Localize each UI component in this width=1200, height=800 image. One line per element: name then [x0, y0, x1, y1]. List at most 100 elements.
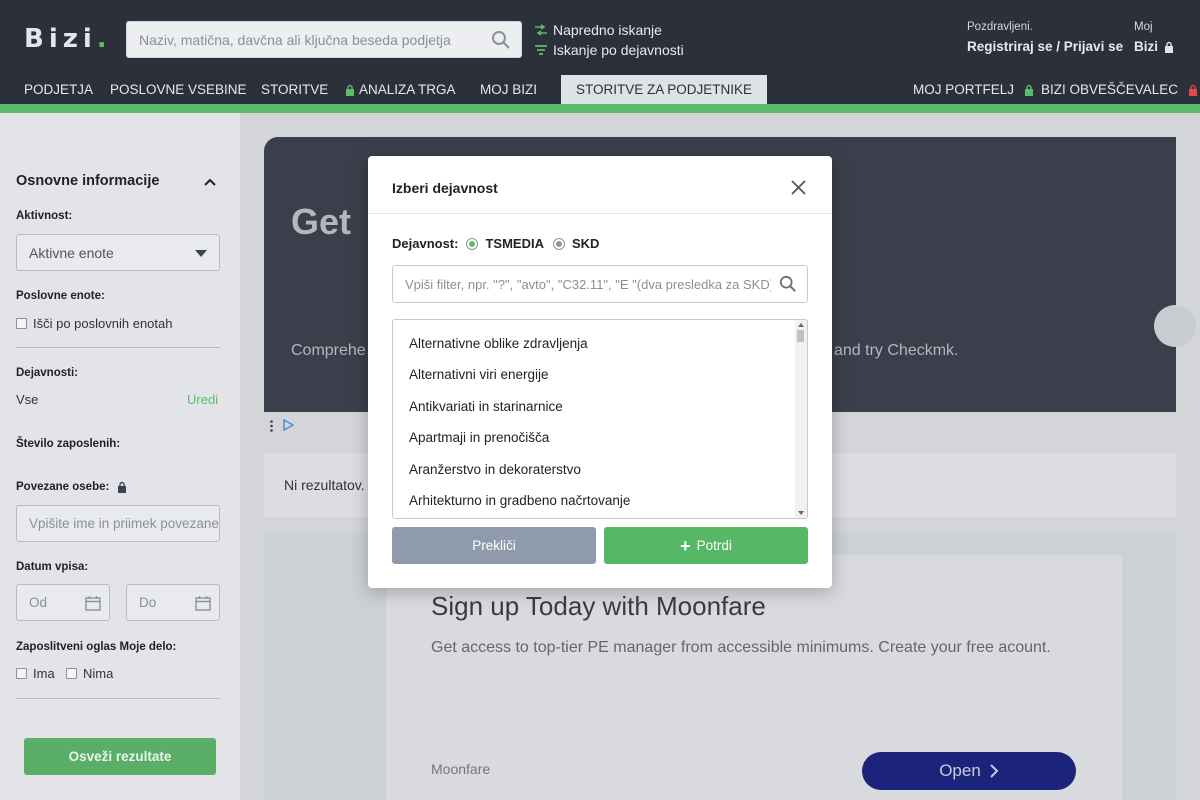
- moj-bizi-block[interactable]: Moj Bizi: [1134, 21, 1174, 54]
- nav-label: Moj Bizi: [480, 82, 537, 97]
- nav-bizi-obvescevalec[interactable]: Bizi obveščevalec: [1041, 75, 1198, 104]
- main-nav: Podjetja Poslovne vsebine Storitve Anali…: [0, 75, 1200, 104]
- nav-storitve[interactable]: Storitve: [261, 75, 328, 104]
- nav-underline: [0, 104, 1200, 113]
- search-icon[interactable]: [491, 30, 511, 50]
- ad-heading: Sign up Today with Moonfare: [431, 591, 766, 621]
- dejavnost-label: Dejavnost:: [392, 236, 459, 251]
- dejavnosti-label: Dejavnosti:: [16, 367, 78, 379]
- banner-next-button[interactable]: [1154, 305, 1196, 347]
- povezane-placeholder: Vpišite ime in priimek povezane osebe: [29, 516, 219, 531]
- list-item[interactable]: Alternativne oblike zdravljenja: [409, 336, 588, 351]
- nima-label: Nima: [83, 666, 114, 681]
- date-from-placeholder: Od: [29, 595, 48, 610]
- nima-checkbox[interactable]: Nima: [66, 666, 113, 681]
- aktivnost-select[interactable]: Aktivne enote: [16, 234, 220, 271]
- nav-poslovne-vsebine[interactable]: Poslovne vsebine: [110, 75, 247, 104]
- logo-dot: .: [96, 24, 107, 54]
- chevron-up-icon[interactable]: [204, 177, 216, 187]
- radio-button[interactable]: [466, 237, 479, 250]
- adchoices-icon[interactable]: [282, 419, 294, 431]
- povezane-osebe-input[interactable]: Vpišite ime in priimek povezane osebe: [16, 505, 220, 542]
- sidebar-title: Osnovne informacije: [16, 173, 160, 189]
- logo-text: Bizi: [24, 24, 97, 54]
- scroll-up-icon[interactable]: [798, 323, 804, 327]
- bizi-label: Bizi: [1134, 39, 1159, 54]
- ad-text: Get access to top-tier PE manager from a…: [431, 639, 1051, 656]
- list-item[interactable]: Alternativni viri energije: [409, 367, 549, 382]
- list-item[interactable]: Apartmaji in prenočišča: [409, 430, 549, 445]
- ima-label: Ima: [33, 666, 55, 681]
- close-icon[interactable]: [790, 179, 807, 196]
- nav-storitve-za-podjetnike[interactable]: Storitve za podjetnike: [561, 75, 768, 104]
- checkbox[interactable]: [66, 668, 77, 679]
- activity-filter-input[interactable]: Vpiši filter, npr. "?", "avto", "C32.11"…: [392, 265, 808, 303]
- calendar-icon[interactable]: [85, 595, 101, 611]
- lock-icon: [1165, 41, 1174, 53]
- activity-list[interactable]: Alternativne oblike zdravljenja Alternat…: [392, 319, 808, 519]
- bizi-logo[interactable]: Bizi.: [24, 24, 107, 58]
- chevron-right-icon: [990, 764, 999, 778]
- divider: [16, 698, 220, 699]
- poslovne-enote-label: Poslovne enote:: [16, 290, 105, 302]
- nav-label: Analiza trga: [359, 82, 456, 97]
- scrollbar-thumb[interactable]: [797, 330, 804, 342]
- filter-icon: [535, 45, 547, 55]
- scroll-down-icon[interactable]: [798, 511, 804, 515]
- nav-label: Storitve za podjetnike: [576, 82, 753, 97]
- date-from-input[interactable]: Od: [16, 584, 110, 621]
- nav-label: Moj portfelj: [913, 82, 1015, 97]
- search-links: Napredno iskanje Iskanje po dejavnosti: [534, 20, 684, 60]
- ima-checkbox[interactable]: Ima: [16, 666, 55, 681]
- checkbox-label: Išči po poslovnih enotah: [33, 316, 173, 331]
- date-to-placeholder: Do: [139, 595, 157, 610]
- nav-podjetja[interactable]: Podjetja: [24, 75, 93, 104]
- dejavnosti-value-text: Vse: [16, 392, 39, 407]
- greeting-text: Pozdravljeni.: [967, 21, 1033, 33]
- confirm-button[interactable]: + Potrdi: [604, 527, 808, 564]
- radio-button[interactable]: [552, 237, 565, 250]
- nav-moj-bizi[interactable]: Moj Bizi: [480, 75, 537, 104]
- caret-down-icon: [195, 250, 207, 257]
- list-scrollbar[interactable]: [795, 320, 807, 518]
- more-vertical-icon[interactable]: [270, 420, 273, 432]
- calendar-icon[interactable]: [195, 595, 211, 611]
- edit-label: Uredi: [187, 392, 219, 407]
- nav-analiza-trga[interactable]: Analiza trga: [345, 75, 456, 104]
- activity-search-link[interactable]: Iskanje po dejavnosti: [534, 40, 684, 60]
- radio-skd[interactable]: SKD: [552, 236, 599, 251]
- login-link[interactable]: Registriraj se / Prijavi se: [967, 39, 1123, 54]
- dialog-title: Izberi dejavnost: [392, 180, 498, 196]
- advanced-search-link[interactable]: Napredno iskanje: [534, 20, 684, 40]
- dejavnosti-value: Vse: [16, 392, 38, 407]
- checkbox[interactable]: [16, 668, 27, 679]
- sliders-icon: [535, 24, 547, 36]
- ad-open-button[interactable]: Open: [862, 752, 1076, 790]
- nav-label: Poslovne vsebine: [110, 82, 247, 97]
- company-search-input[interactable]: Naziv, matična, davčna ali ključna besed…: [126, 21, 522, 58]
- activity-search-label: Iskanje po dejavnosti: [553, 42, 684, 58]
- radio-tsmedia[interactable]: TSMEDIA: [466, 236, 544, 251]
- datum-vpisa-label: Datum vpisa:: [16, 561, 89, 573]
- advanced-search-label: Napredno iskanje: [553, 22, 662, 38]
- ad-brand: Moonfare: [431, 761, 491, 777]
- search-icon[interactable]: [779, 275, 797, 293]
- moonfare-ad[interactable]: Sign up Today with Moonfare Get access t…: [386, 555, 1122, 800]
- poslovne-enote-checkbox[interactable]: Išči po poslovnih enotah: [16, 316, 172, 331]
- list-item[interactable]: Antikvariati in starinarnice: [409, 399, 563, 414]
- list-item[interactable]: Aranžerstvo in dekoraterstvo: [409, 462, 581, 477]
- cancel-button[interactable]: Prekliči: [392, 527, 596, 564]
- dejavnosti-edit-link[interactable]: Uredi: [187, 392, 218, 407]
- radio-label: TSMEDIA: [485, 236, 544, 251]
- povezane-osebe-label-row: Povezane osebe:: [16, 481, 127, 493]
- lock-icon: [346, 84, 354, 96]
- aktivnost-value: Aktivne enote: [29, 244, 114, 261]
- date-to-input[interactable]: Do: [126, 584, 220, 621]
- nav-moj-portfelj[interactable]: Moj portfelj: [913, 75, 1034, 104]
- cancel-label: Prekliči: [472, 538, 516, 553]
- open-label: Open: [939, 761, 981, 780]
- refresh-results-button[interactable]: Osveži rezultate: [24, 738, 216, 775]
- plus-icon: +: [680, 535, 691, 556]
- checkbox[interactable]: [16, 318, 27, 329]
- list-item[interactable]: Arhitekturno in gradbeno načrtovanje: [409, 493, 630, 508]
